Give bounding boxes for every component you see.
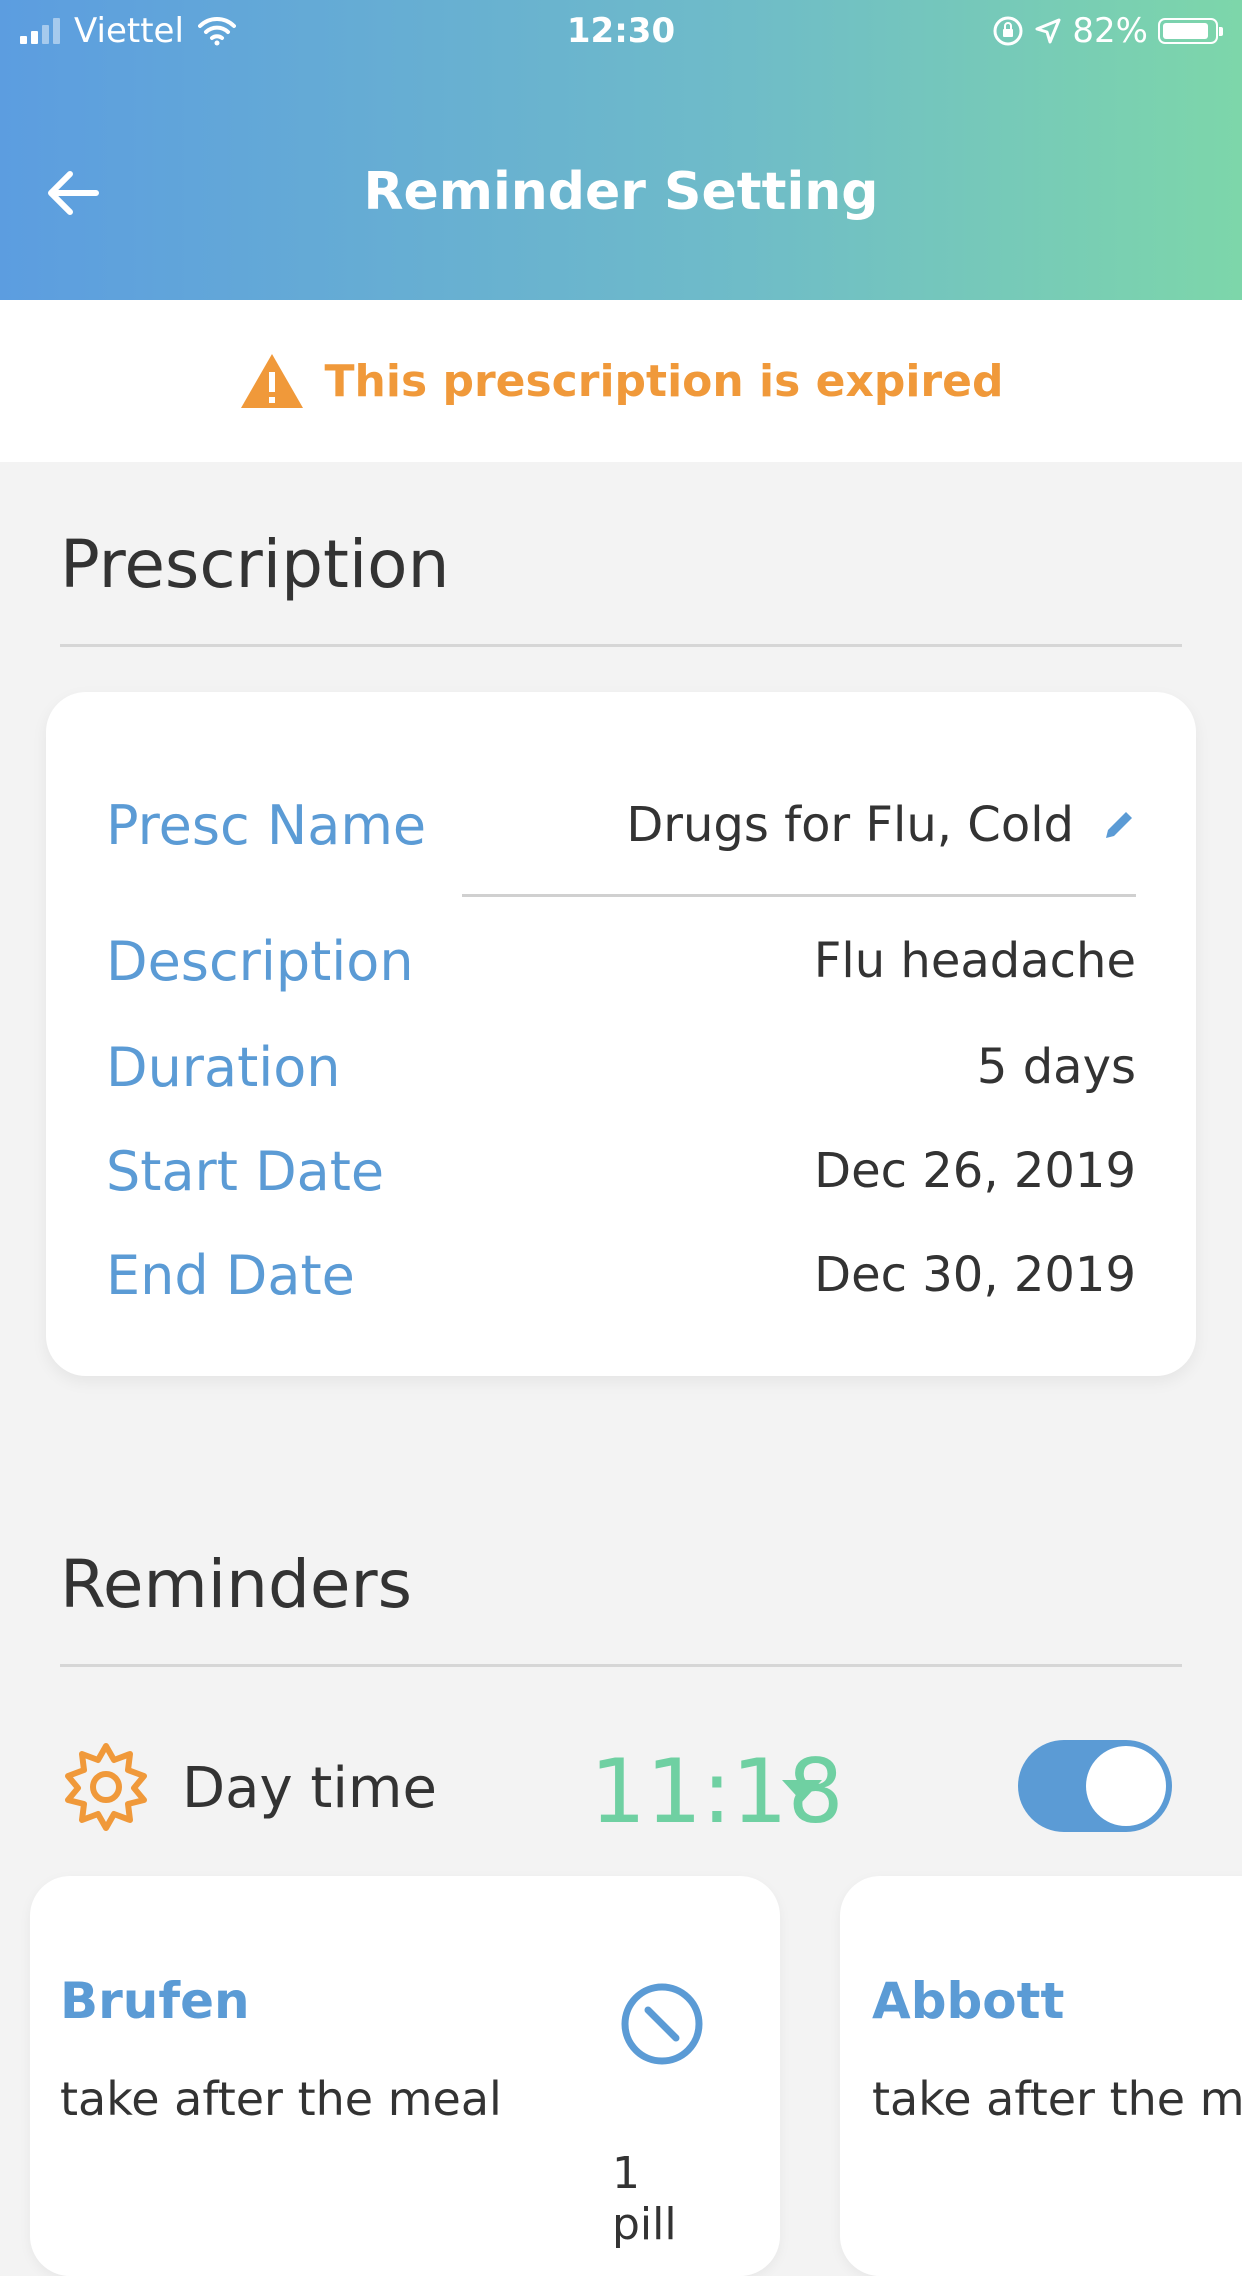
field-start-date: Start Date Dec 26, 2019 bbox=[106, 1136, 1136, 1206]
field-description: Description Flu headache bbox=[106, 926, 1136, 996]
rotation-lock-icon bbox=[993, 16, 1023, 46]
pencil-icon[interactable] bbox=[1102, 808, 1136, 842]
medicine-dose: 1 pill bbox=[612, 2148, 677, 2250]
field-value: Flu headache bbox=[813, 933, 1136, 989]
toggle-knob bbox=[1086, 1746, 1166, 1826]
caret-down-icon[interactable] bbox=[780, 1778, 824, 1804]
field-label: End Date bbox=[106, 1243, 355, 1307]
field-label: Duration bbox=[106, 1035, 341, 1099]
field-end-date: End Date Dec 30, 2019 bbox=[106, 1240, 1136, 1310]
reminders-divider bbox=[60, 1664, 1182, 1667]
medicine-card[interactable]: Abbott take after the meal bbox=[840, 1876, 1242, 2276]
prescription-section-title: Prescription bbox=[60, 526, 450, 603]
field-value: Dec 30, 2019 bbox=[814, 1247, 1136, 1303]
battery-icon bbox=[1158, 18, 1223, 44]
reminder-slot-daytime: Day time 11:18 bbox=[60, 1740, 1172, 1843]
medicine-name: Abbott bbox=[872, 1972, 1065, 2030]
expired-banner: This prescription is expired bbox=[0, 300, 1242, 462]
field-label: Presc Name bbox=[106, 793, 427, 857]
presc-name-editable[interactable]: Drugs for Flu, Cold bbox=[626, 797, 1136, 853]
field-label: Description bbox=[106, 929, 414, 993]
medicine-card[interactable]: Brufen take after the meal 1 pill bbox=[30, 1876, 780, 2276]
status-bar: Viettel 12:30 82% bbox=[0, 0, 1242, 62]
slot-label: Day time bbox=[182, 1756, 437, 1821]
battery-percent: 82% bbox=[1072, 11, 1148, 51]
field-value: Drugs for Flu, Cold bbox=[626, 797, 1074, 853]
field-value: 5 days bbox=[976, 1039, 1136, 1095]
no-entry-icon[interactable] bbox=[620, 1982, 704, 2066]
reminder-toggle[interactable] bbox=[1018, 1740, 1172, 1832]
page-title: Reminder Setting bbox=[363, 162, 879, 222]
presc-name-underline bbox=[462, 894, 1136, 897]
sun-icon bbox=[65, 1743, 147, 1831]
prescription-card: Presc Name Drugs for Flu, Cold Descripti… bbox=[46, 692, 1196, 1376]
warning-triangle-icon bbox=[240, 354, 303, 408]
app-header: Viettel 12:30 82% Reminder Setting bbox=[0, 0, 1242, 300]
field-duration: Duration 5 days bbox=[106, 1032, 1136, 1102]
medicine-note: take after the meal bbox=[872, 2072, 1242, 2126]
medicine-note: take after the meal bbox=[60, 2072, 502, 2126]
field-label: Start Date bbox=[106, 1139, 385, 1203]
expired-message: This prescription is expired bbox=[324, 355, 1004, 407]
field-presc-name: Presc Name Drugs for Flu, Cold bbox=[106, 790, 1136, 860]
reminders-section-title: Reminders bbox=[60, 1546, 412, 1623]
location-arrow-icon bbox=[1035, 18, 1061, 44]
field-value: Dec 26, 2019 bbox=[814, 1143, 1136, 1199]
prescription-divider bbox=[60, 644, 1182, 647]
medicine-name: Brufen bbox=[60, 1972, 250, 2030]
status-right: 82% bbox=[992, 8, 1223, 54]
